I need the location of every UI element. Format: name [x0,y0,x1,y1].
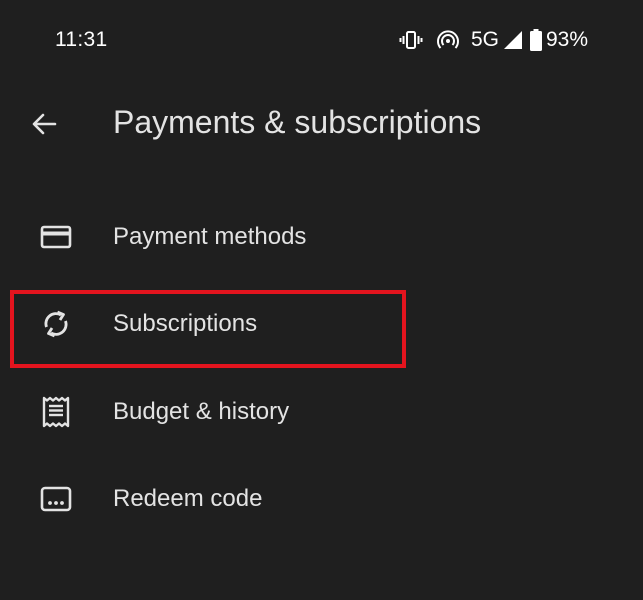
redeem-code-icon [38,481,74,517]
network-type: 5G [470,28,499,51]
back-button[interactable] [24,106,64,146]
menu-item-label: Subscriptions [113,310,258,338]
status-time: 11:31 [55,28,108,51]
arrow-back-icon [30,110,58,143]
credit-card-icon [38,219,74,255]
menu-list: Payment methods Subscriptions Budget & h… [0,193,643,543]
receipt-icon [38,394,74,430]
vibrate-icon [399,28,423,52]
menu-item-redeem-code[interactable]: Redeem code [0,456,643,544]
menu-item-payment-methods[interactable]: Payment methods [0,193,643,281]
menu-item-label: Redeem code [113,485,263,513]
status-icons: 5G 93% [399,26,588,54]
page-title: Payments & subscriptions [113,104,482,140]
menu-item-budget-history[interactable]: Budget & history [0,368,643,456]
menu-item-label: Budget & history [113,397,290,425]
sync-icon [38,306,74,342]
signal-icon [503,30,523,50]
menu-item-subscriptions[interactable]: Subscriptions [0,281,643,369]
status-bar: 11:31 5G 93% [0,0,643,80]
battery-level: 93% [545,28,588,51]
hotspot-icon [436,28,460,52]
menu-item-label: Payment methods [113,222,307,250]
battery-icon [529,29,542,51]
app-bar: Payments & subscriptions [0,86,643,162]
